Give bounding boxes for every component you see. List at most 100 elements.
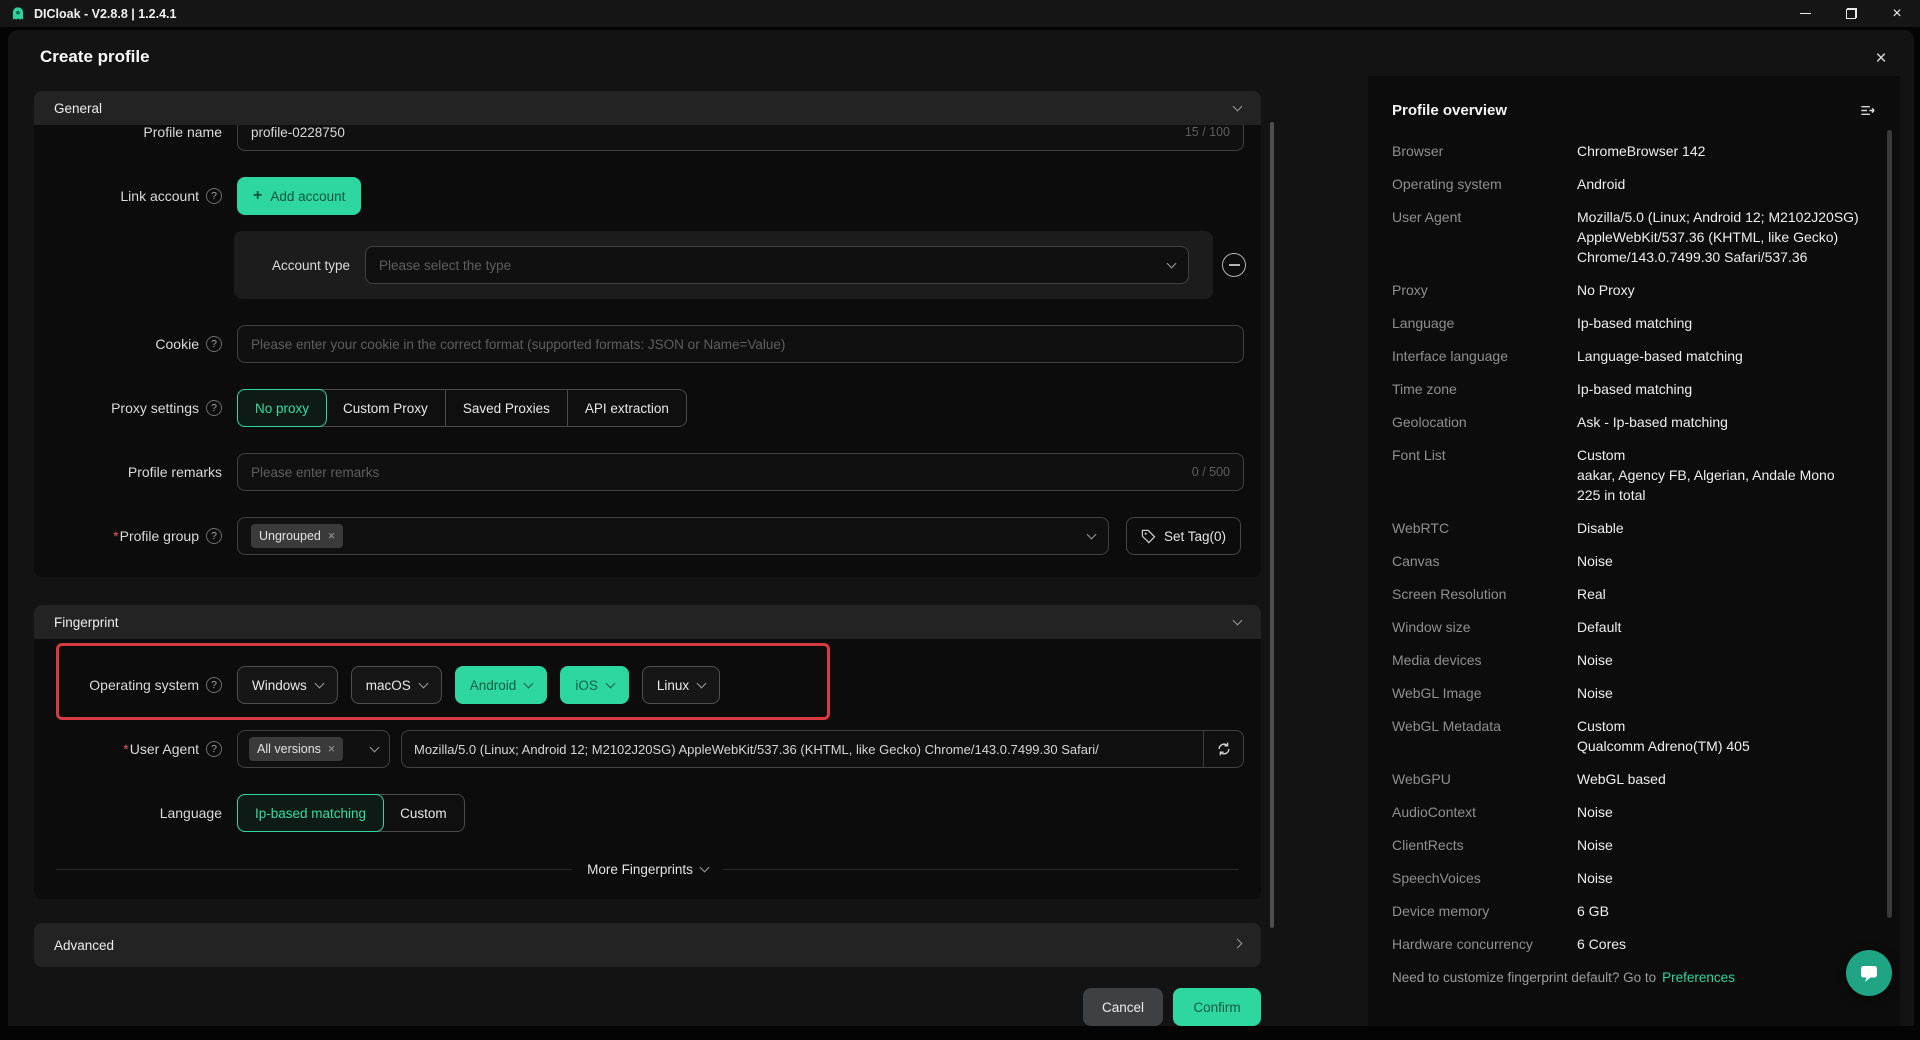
- set-tag-button[interactable]: Set Tag(0): [1126, 517, 1241, 555]
- language-option[interactable]: Custom: [383, 795, 464, 831]
- overview-row: Device memory 6 GB: [1392, 901, 1876, 921]
- overview-row: Font List Customaakar, Agency FB, Algeri…: [1392, 445, 1876, 505]
- page-title: Create profile: [40, 47, 150, 67]
- overview-row: Language Ip-based matching: [1392, 313, 1876, 333]
- chevron-down-icon: [314, 679, 324, 689]
- chat-widget-button[interactable]: [1846, 950, 1892, 996]
- chevron-down-icon: [1167, 259, 1177, 269]
- preferences-link[interactable]: Preferences: [1662, 970, 1735, 985]
- chevron-down-icon: [370, 743, 380, 753]
- form-scrollbar[interactable]: [1270, 122, 1274, 928]
- overview-row: AudioContext Noise: [1392, 802, 1876, 822]
- os-option[interactable]: Linux: [642, 666, 720, 704]
- close-icon: ×: [1892, 6, 1901, 22]
- fingerprint-section-title: Fingerprint: [54, 615, 119, 630]
- restore-button[interactable]: [1828, 0, 1874, 27]
- os-option[interactable]: macOS: [351, 666, 442, 704]
- chat-bubble-icon: [1857, 961, 1881, 985]
- app-window: { "titlebar": { "app_title": "DICloak - …: [0, 0, 1920, 1040]
- overview-row: Interface language Language-based matchi…: [1392, 346, 1876, 366]
- overview-row: SpeechVoices Noise: [1392, 868, 1876, 888]
- general-section: General Profile name profile-0228750 15 …: [34, 91, 1261, 577]
- overview-row: Operating system Android: [1392, 174, 1876, 194]
- more-fingerprints-row: More Fingerprints: [34, 859, 1261, 879]
- fingerprint-section-body: Operating system ? Windows macOS: [34, 639, 1261, 899]
- profile-name-label: Profile name: [34, 125, 222, 140]
- more-fingerprints-button[interactable]: More Fingerprints: [572, 862, 723, 877]
- chip-remove-icon[interactable]: ×: [328, 530, 335, 543]
- chevron-down-icon: [1233, 616, 1243, 626]
- profile-remarks-input[interactable]: Please enter remarks 0 / 500: [237, 453, 1244, 491]
- remove-account-button[interactable]: [1222, 253, 1246, 277]
- link-account-label: Link account ?: [34, 188, 222, 204]
- help-icon[interactable]: ?: [206, 188, 222, 204]
- overview-title: Profile overview: [1392, 102, 1507, 119]
- advanced-section-title: Advanced: [54, 938, 114, 953]
- profile-name-value: profile-0228750: [251, 125, 345, 140]
- cookie-label: Cookie ?: [34, 336, 222, 352]
- account-type-row: Account type Please select the type: [34, 231, 1261, 299]
- cookie-input[interactable]: Please enter your cookie in the correct …: [237, 325, 1244, 363]
- minimize-icon: [1800, 13, 1811, 14]
- user-agent-row: *User Agent ? All versions × Mozilla: [34, 730, 1261, 768]
- chevron-down-icon: [1233, 102, 1243, 112]
- collapse-panel-icon[interactable]: [1859, 103, 1876, 118]
- account-type-label: Account type: [272, 258, 350, 273]
- proxy-settings-row: Proxy settings ? No proxyCustom ProxySav…: [34, 389, 1261, 427]
- proxy-mode-option[interactable]: Saved Proxies: [445, 390, 567, 426]
- proxy-mode-option[interactable]: No proxy: [237, 389, 327, 427]
- chip-remove-icon[interactable]: ×: [328, 743, 335, 756]
- profile-overview-panel: Profile overview Browser ChromeBrowser 1…: [1368, 76, 1900, 1026]
- general-section-header[interactable]: General: [34, 91, 1261, 125]
- titlebar: DICloak - V2.8.8 | 1.2.4.1 ×: [0, 0, 1920, 27]
- add-account-button[interactable]: + Add account: [237, 177, 361, 215]
- os-option[interactable]: Windows: [237, 666, 338, 704]
- fingerprint-section-header[interactable]: Fingerprint: [34, 605, 1261, 639]
- language-option[interactable]: Ip-based matching: [237, 794, 384, 832]
- overview-row: Proxy No Proxy: [1392, 280, 1876, 300]
- profile-name-input[interactable]: profile-0228750 15 / 100: [237, 125, 1244, 151]
- user-agent-input[interactable]: Mozilla/5.0 (Linux; Android 12; M2102J20…: [402, 731, 1203, 767]
- help-icon[interactable]: ?: [206, 336, 222, 352]
- operating-system-row: Operating system ? Windows macOS: [34, 666, 1261, 704]
- refresh-ua-button[interactable]: [1203, 731, 1243, 767]
- overview-row: Window size Default: [1392, 617, 1876, 637]
- restore-icon: [1846, 8, 1857, 19]
- overview-scrollbar[interactable]: [1887, 130, 1892, 918]
- minimize-button[interactable]: [1782, 0, 1828, 27]
- os-option[interactable]: Android: [455, 666, 548, 704]
- operating-system-label: Operating system ?: [34, 677, 222, 693]
- overview-rows: Browser ChromeBrowser 142 Operating syst…: [1392, 141, 1876, 954]
- overview-row: Time zone Ip-based matching: [1392, 379, 1876, 399]
- refresh-icon: [1216, 741, 1232, 757]
- ua-versions-select[interactable]: All versions ×: [237, 730, 390, 768]
- fingerprint-section: Fingerprint Operating system ? Windows: [34, 605, 1261, 899]
- help-icon[interactable]: ?: [206, 677, 222, 693]
- group-chip: Ungrouped ×: [251, 524, 343, 548]
- tag-icon: [1141, 529, 1156, 544]
- cookie-row: Cookie ? Please enter your cookie in the…: [34, 325, 1261, 363]
- profile-group-select[interactable]: Ungrouped ×: [237, 517, 1109, 555]
- overview-row: WebGPU WebGL based: [1392, 769, 1876, 789]
- os-buttons: Windows macOS Android iOS: [237, 666, 720, 704]
- close-window-button[interactable]: ×: [1874, 0, 1920, 27]
- help-icon[interactable]: ?: [206, 741, 222, 757]
- overview-row: Geolocation Ask - Ip-based matching: [1392, 412, 1876, 432]
- profile-group-label: *Profile group ?: [34, 528, 222, 544]
- dialog-close-button[interactable]: ×: [1866, 44, 1896, 74]
- create-profile-dialog: Create profile × General Profile name pr…: [8, 30, 1914, 1026]
- account-type-box: Account type Please select the type: [234, 231, 1213, 299]
- advanced-section-header[interactable]: Advanced: [34, 923, 1261, 967]
- proxy-mode-option[interactable]: API extraction: [567, 390, 686, 426]
- help-icon[interactable]: ?: [206, 528, 222, 544]
- os-option[interactable]: iOS: [560, 666, 629, 704]
- confirm-button[interactable]: Confirm: [1173, 988, 1261, 1026]
- divider: [56, 869, 572, 870]
- help-icon[interactable]: ?: [206, 400, 222, 416]
- overview-footer: Need to customize fingerprint default? G…: [1392, 970, 1876, 985]
- general-section-title: General: [54, 101, 102, 116]
- proxy-settings-label: Proxy settings ?: [34, 400, 222, 416]
- proxy-mode-option[interactable]: Custom Proxy: [326, 390, 445, 426]
- account-type-select[interactable]: Please select the type: [365, 246, 1189, 284]
- cancel-button[interactable]: Cancel: [1083, 988, 1163, 1026]
